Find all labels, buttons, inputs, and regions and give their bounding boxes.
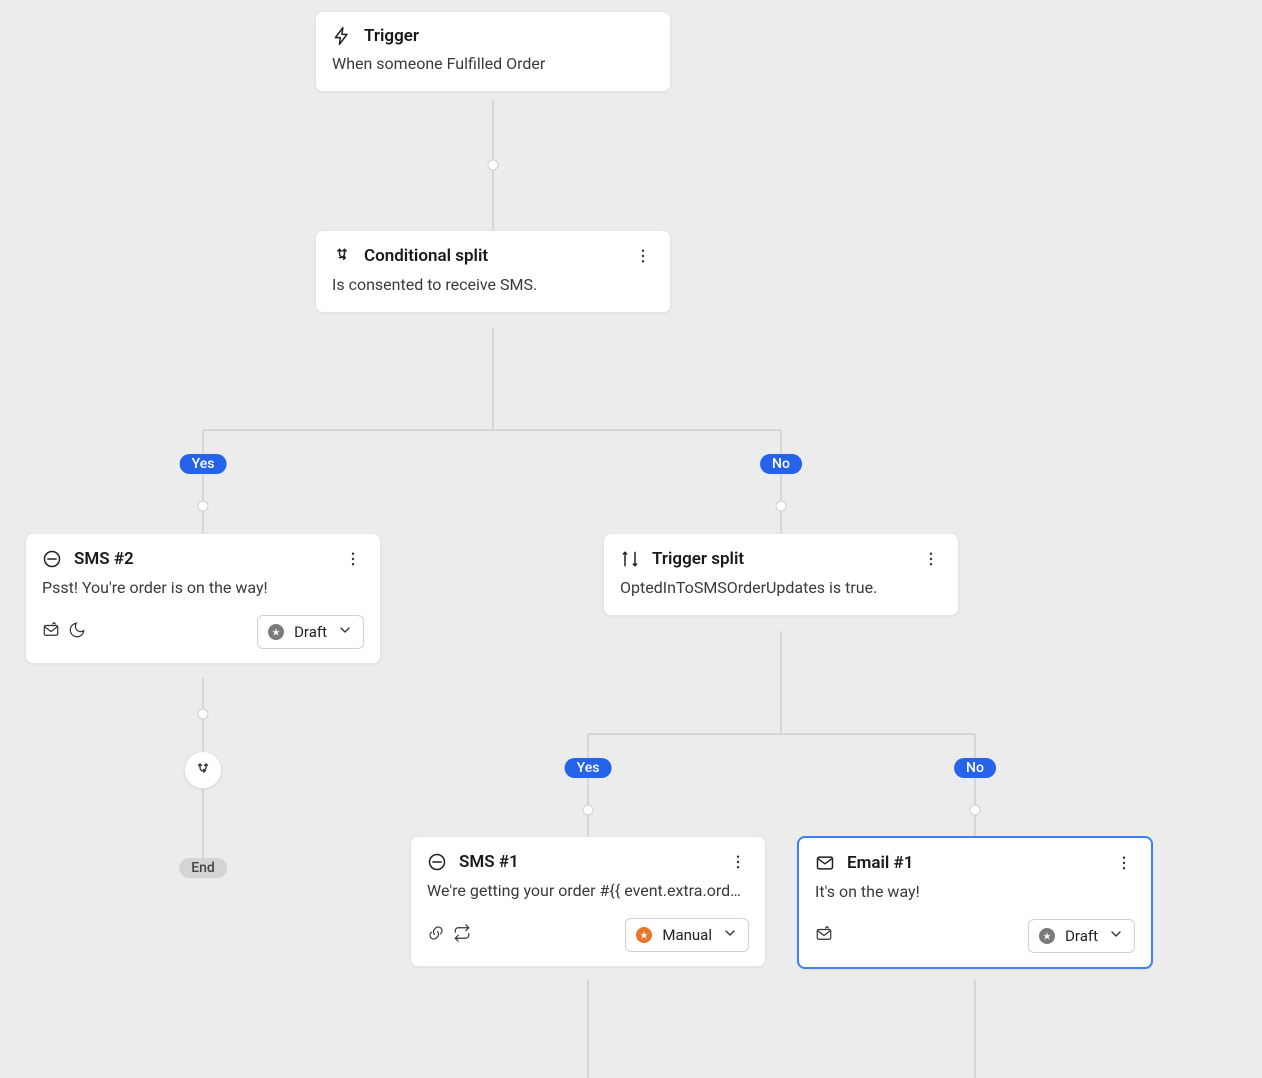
kebab-menu-icon[interactable] [342,548,364,570]
kebab-menu-icon[interactable] [632,245,654,267]
ts-branch-no-pill: No [954,758,996,778]
conditional-split-description: Is consented to receive SMS. [316,275,670,312]
chevron-down-icon [1108,926,1124,946]
branch-no-pill: No [760,454,802,474]
trigger-split-description: OptedInToSMSOrderUpdates is true. [604,578,958,615]
end-pill: End [179,858,227,878]
quiet-hours-icon [68,621,86,643]
sms-2-description: Psst! You're order is on the way! [26,578,380,615]
status-dot-icon [1039,928,1055,944]
sms-icon [427,852,447,872]
kebab-menu-icon[interactable] [1113,852,1135,874]
trigger-card[interactable]: Trigger When someone Fulfilled Order [315,11,671,92]
conditional-split-title: Conditional split [364,246,488,266]
chevron-down-icon [337,622,353,642]
sms-icon [42,549,62,569]
add-split-button[interactable] [184,751,222,789]
sms-1-description: We're getting your order #{{ event.extra… [411,881,765,918]
trigger-split-icon [620,549,640,569]
branch-yes-pill: Yes [180,454,227,474]
status-label: Draft [294,623,327,641]
email-1-card[interactable]: Email #1 It's on the way! Draft [797,836,1153,969]
conditional-split-card[interactable]: Conditional split Is consented to receiv… [315,230,671,313]
repeat-icon [453,924,471,946]
trigger-title: Trigger [364,26,419,46]
ts-branch-yes-pill: Yes [565,758,612,778]
status-label: Draft [1065,927,1098,945]
sms-2-title: SMS #2 [74,549,134,569]
email-icon [815,853,835,873]
status-dot-icon [636,927,652,943]
kebab-menu-icon[interactable] [727,851,749,873]
link-icon [427,924,445,946]
sms-1-title: SMS #1 [459,852,519,872]
split-icon [332,246,352,266]
sms-1-card[interactable]: SMS #1 We're getting your order #{{ even… [410,836,766,967]
sms-2-card[interactable]: SMS #2 Psst! You're order is on the way!… [25,533,381,664]
email-1-title: Email #1 [847,853,913,873]
trigger-split-title: Trigger split [652,549,744,569]
status-dropdown[interactable]: Draft [1028,919,1135,953]
trigger-split-card[interactable]: Trigger split OptedInToSMSOrderUpdates i… [603,533,959,616]
kebab-menu-icon[interactable] [920,548,942,570]
status-dot-icon [268,624,284,640]
trigger-description: When someone Fulfilled Order [316,54,670,91]
email-1-description: It's on the way! [799,882,1151,919]
smart-send-icon [42,621,60,643]
status-dropdown[interactable]: Manual [625,918,749,952]
chevron-down-icon [722,925,738,945]
lightning-icon [332,26,352,46]
smart-send-icon [815,925,833,947]
status-label: Manual [662,926,712,944]
status-dropdown[interactable]: Draft [257,615,364,649]
